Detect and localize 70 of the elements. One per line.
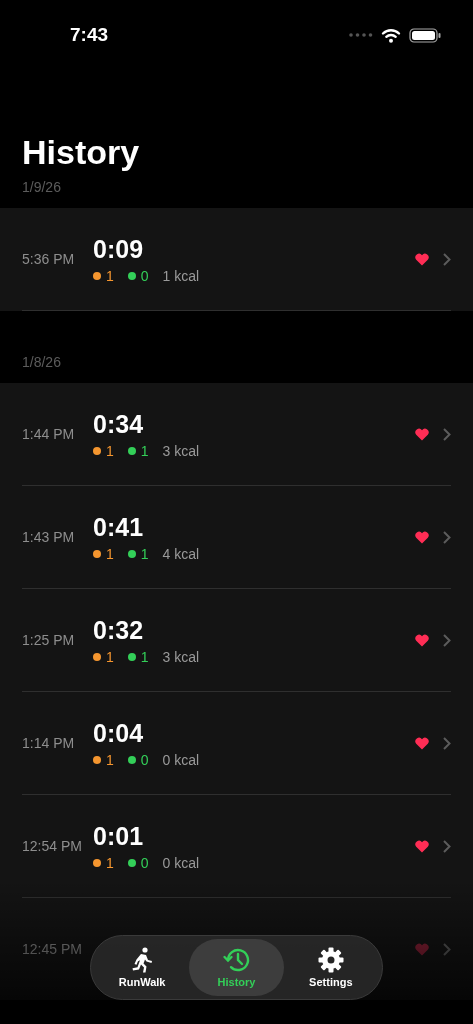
entry-time: 12:45 PM xyxy=(22,940,83,958)
page-title: History xyxy=(22,132,141,172)
calories: 3 kcal xyxy=(162,649,200,665)
walk-count: 0 xyxy=(140,752,149,768)
date-header: 1/8/26 xyxy=(21,353,62,372)
date-header: 1/9/26 xyxy=(21,178,62,197)
walk-count: 1 xyxy=(140,546,149,562)
chevron-icon[interactable] xyxy=(443,736,451,750)
entry-duration: 0:41 xyxy=(93,512,145,542)
run-dot-icon xyxy=(93,859,101,867)
run-dot-icon xyxy=(93,653,101,661)
runner-icon xyxy=(130,947,155,973)
tab[interactable]: Settings xyxy=(283,939,378,996)
entry-time: 1:43 PM xyxy=(22,528,76,546)
walk-dot-icon xyxy=(127,272,136,280)
chevron-icon[interactable] xyxy=(443,427,451,441)
walk-dot-icon xyxy=(127,653,136,661)
run-count: 1 xyxy=(106,752,114,768)
entry-time: 5:36 PM xyxy=(22,250,76,268)
calories: 0 kcal xyxy=(162,855,200,871)
heart-icon xyxy=(415,942,429,956)
calories: 1 kcal xyxy=(162,268,200,284)
walk-dot-icon xyxy=(127,756,136,764)
heart-icon xyxy=(415,252,429,266)
calories: 0 kcal xyxy=(162,752,200,768)
walk-count: 1 xyxy=(140,649,149,665)
calories: 4 kcal xyxy=(162,546,200,562)
calories: 3 kcal xyxy=(162,443,200,459)
run-dot-icon xyxy=(93,756,101,764)
walk-dot-icon xyxy=(127,859,136,867)
clock-history-icon xyxy=(221,947,252,973)
run-count: 1 xyxy=(106,649,114,665)
run-count: 1 xyxy=(106,855,114,871)
status-time: 7:43 xyxy=(70,24,109,46)
entry-time: 1:25 PM xyxy=(22,631,76,649)
heart-icon xyxy=(415,736,429,750)
heart-icon xyxy=(415,633,429,647)
wifi-icon xyxy=(381,27,401,43)
walk-dot-icon xyxy=(127,550,136,558)
run-dot-icon xyxy=(93,447,101,455)
entry-duration: 0:04 xyxy=(93,718,145,748)
walk-count: 1 xyxy=(140,443,149,459)
chevron-icon[interactable] xyxy=(443,839,451,853)
run-count: 1 xyxy=(106,268,114,284)
heart-icon xyxy=(415,839,429,853)
heart-icon xyxy=(415,427,429,441)
walk-count: 0 xyxy=(140,268,149,284)
entry-duration: 0:32 xyxy=(93,615,145,645)
entry-duration: 0:01 xyxy=(93,821,145,851)
entry-time: 1:44 PM xyxy=(22,425,76,443)
entry-time: 12:54 PM xyxy=(22,837,83,855)
chevron-icon[interactable] xyxy=(443,942,451,956)
entry-duration: 0:34 xyxy=(93,409,145,439)
tab[interactable]: RunWalk xyxy=(95,939,190,996)
walk-count: 0 xyxy=(140,855,149,871)
run-dot-icon xyxy=(93,272,101,280)
heart-icon xyxy=(415,530,429,544)
chevron-icon[interactable] xyxy=(443,530,451,544)
battery-icon xyxy=(409,27,441,43)
walk-dot-icon xyxy=(127,447,136,455)
tab[interactable]: History xyxy=(189,939,284,996)
run-dot-icon xyxy=(93,550,101,558)
run-count: 1 xyxy=(106,443,114,459)
entry-time: 1:14 PM xyxy=(22,734,76,752)
entry-duration: 0:09 xyxy=(93,234,145,264)
settings-icon xyxy=(317,947,344,973)
chevron-icon[interactable] xyxy=(443,252,451,266)
signal-dots-icon xyxy=(349,33,373,37)
run-count: 1 xyxy=(106,546,114,562)
chevron-icon[interactable] xyxy=(443,633,451,647)
